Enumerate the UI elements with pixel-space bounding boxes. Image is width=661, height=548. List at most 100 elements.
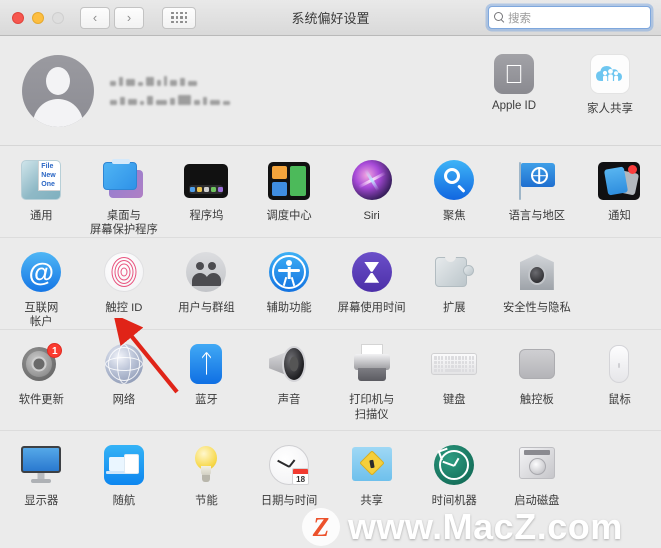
- trackpad-icon: [514, 341, 560, 387]
- pane-general[interactable]: File New One 通用: [0, 155, 83, 237]
- pane-label: 屏幕使用时间: [337, 302, 406, 315]
- pane-label: 日期与时间: [260, 495, 318, 508]
- search-input[interactable]: 搜索: [488, 6, 651, 29]
- pane-label: 聚焦: [442, 210, 466, 222]
- pane-label: 调度中心: [266, 210, 312, 222]
- pane-siri[interactable]: Siri: [330, 155, 413, 237]
- pane-printers-scanners[interactable]: 打印机与 扫描仪: [330, 339, 413, 430]
- pane-extensions[interactable]: 扩展: [413, 247, 496, 329]
- pane-label: 辅助功能: [266, 302, 312, 315]
- avatar-head: [46, 66, 70, 95]
- forward-button[interactable]: ›: [114, 6, 144, 29]
- pane-label: 通知: [608, 210, 631, 222]
- user-name-redacted: [110, 76, 230, 105]
- pane-label: 声音: [277, 394, 301, 407]
- users-groups-icon: [183, 249, 229, 295]
- pane-label: 语言与地区: [508, 210, 566, 222]
- general-icon: File New One: [18, 157, 64, 203]
- pane-displays[interactable]: 显示器: [0, 440, 83, 520]
- pane-bluetooth[interactable]: ᛏ 蓝牙: [165, 339, 248, 430]
- pane-label: 扩展: [442, 302, 466, 315]
- pane-mouse[interactable]: 鼠标: [578, 339, 661, 430]
- back-button[interactable]: ‹: [80, 6, 110, 29]
- system-preferences-window: ‹ › 系统偏好设置 搜索 Apple ID 家人共享 File New One…: [0, 0, 661, 548]
- pane-label: 节能: [195, 495, 218, 508]
- window-titlebar: ‹ › 系统偏好设置 搜索: [0, 0, 661, 36]
- watermark-logo: Z: [302, 508, 340, 546]
- user-name-line-1: [110, 76, 230, 86]
- pane-label: 触控 ID: [105, 302, 143, 315]
- pane-label: 安全性与隐私: [502, 302, 571, 315]
- pane-label: 鼠标: [608, 394, 631, 407]
- apple-id-label: Apple ID: [491, 100, 537, 112]
- displays-icon: [18, 442, 64, 488]
- user-name-line-2: [110, 95, 230, 105]
- pane-sound[interactable]: 声音: [248, 339, 331, 430]
- pane-notifications[interactable]: 通知: [578, 155, 661, 237]
- close-button[interactable]: [12, 11, 24, 24]
- calendar-day: 18: [296, 475, 306, 485]
- pane-label: 用户与群组: [178, 302, 235, 315]
- watermark-text: www.MacZ.com: [348, 506, 623, 547]
- pane-keyboard[interactable]: 键盘: [413, 339, 496, 430]
- family-sharing-pane[interactable]: 家人共享: [573, 54, 647, 116]
- pane-label: 触控板: [519, 394, 554, 407]
- pane-language-region[interactable]: 语言与地区: [496, 155, 579, 237]
- chevron-right-icon: ›: [126, 10, 132, 25]
- apple-id-pane[interactable]:  Apple ID: [477, 54, 551, 116]
- zoom-button: [52, 11, 64, 24]
- pane-label: 程序坞: [189, 210, 224, 222]
- pane-accessibility[interactable]: 辅助功能: [248, 247, 331, 329]
- pane-label: 蓝牙: [195, 394, 218, 407]
- dock-icon: [183, 157, 229, 203]
- startup-disk-icon: [514, 442, 560, 488]
- account-section:  Apple ID 家人共享: [0, 36, 661, 146]
- pane-energy-saver[interactable]: 节能: [165, 440, 248, 520]
- screen-time-icon: [349, 249, 395, 295]
- show-all-button[interactable]: [162, 6, 196, 29]
- pane-mission-control[interactable]: 调度中心: [248, 155, 331, 237]
- status-badge: 1: [47, 343, 63, 359]
- pane-dock[interactable]: 程序坞: [165, 155, 248, 237]
- search-placeholder: 搜索: [508, 12, 531, 25]
- printers-scanners-icon: [349, 341, 395, 387]
- pane-network[interactable]: 网络: [83, 339, 166, 430]
- pane-sidecar[interactable]: 随航: [83, 440, 166, 520]
- pane-label: 软件更新: [18, 394, 64, 407]
- avatar[interactable]: [22, 54, 94, 127]
- avatar-body: [33, 98, 83, 127]
- spotlight-icon: [431, 157, 477, 203]
- pane-spotlight[interactable]: 聚焦: [413, 155, 496, 237]
- pane-security-privacy[interactable]: 安全性与隐私: [496, 247, 579, 329]
- pane-trackpad[interactable]: 触控板: [496, 339, 579, 430]
- pane-software-update[interactable]: 1 软件更新: [0, 339, 83, 430]
- desktop-screensaver-icon: [101, 157, 147, 203]
- pane-label: 显示器: [24, 495, 59, 508]
- energy-saver-icon: [183, 442, 229, 488]
- pane-label: 互联网 帐户: [24, 302, 59, 329]
- minimize-button[interactable]: [32, 11, 44, 24]
- internet-accounts-icon: @: [18, 249, 64, 295]
- pane-users-groups[interactable]: 用户与群组: [165, 247, 248, 329]
- mission-control-icon: [266, 157, 312, 203]
- pane-row-3: 1 软件更新 网络 ᛏ 蓝牙 声音 打印机与 扫描仪 键盘 触控板 鼠标: [0, 330, 661, 432]
- chevron-left-icon: ‹: [92, 10, 98, 25]
- pane-desktop-screensaver[interactable]: 桌面与 屏幕保护程序: [83, 155, 166, 237]
- traffic-lights: [0, 11, 64, 24]
- network-icon: [101, 341, 147, 387]
- language-region-icon: [514, 157, 560, 203]
- pane-screen-time[interactable]: 屏幕使用时间: [330, 247, 413, 329]
- bluetooth-icon: ᛏ: [183, 341, 229, 387]
- search-icon: [494, 12, 505, 23]
- notifications-icon: [596, 157, 642, 203]
- mouse-icon: [596, 341, 642, 387]
- apple-logo-icon: : [494, 54, 534, 94]
- navigation-buttons: ‹ ›: [80, 6, 196, 29]
- touch-id-icon: [101, 249, 147, 295]
- pane-label: 桌面与 屏幕保护程序: [89, 210, 158, 237]
- software-update-icon: 1: [18, 341, 64, 387]
- pane-touch-id[interactable]: 触控 ID: [83, 247, 166, 329]
- pane-internet-accounts[interactable]: @ 互联网 帐户: [0, 247, 83, 329]
- keyboard-icon: [431, 341, 478, 387]
- pane-label: Siri: [363, 210, 380, 222]
